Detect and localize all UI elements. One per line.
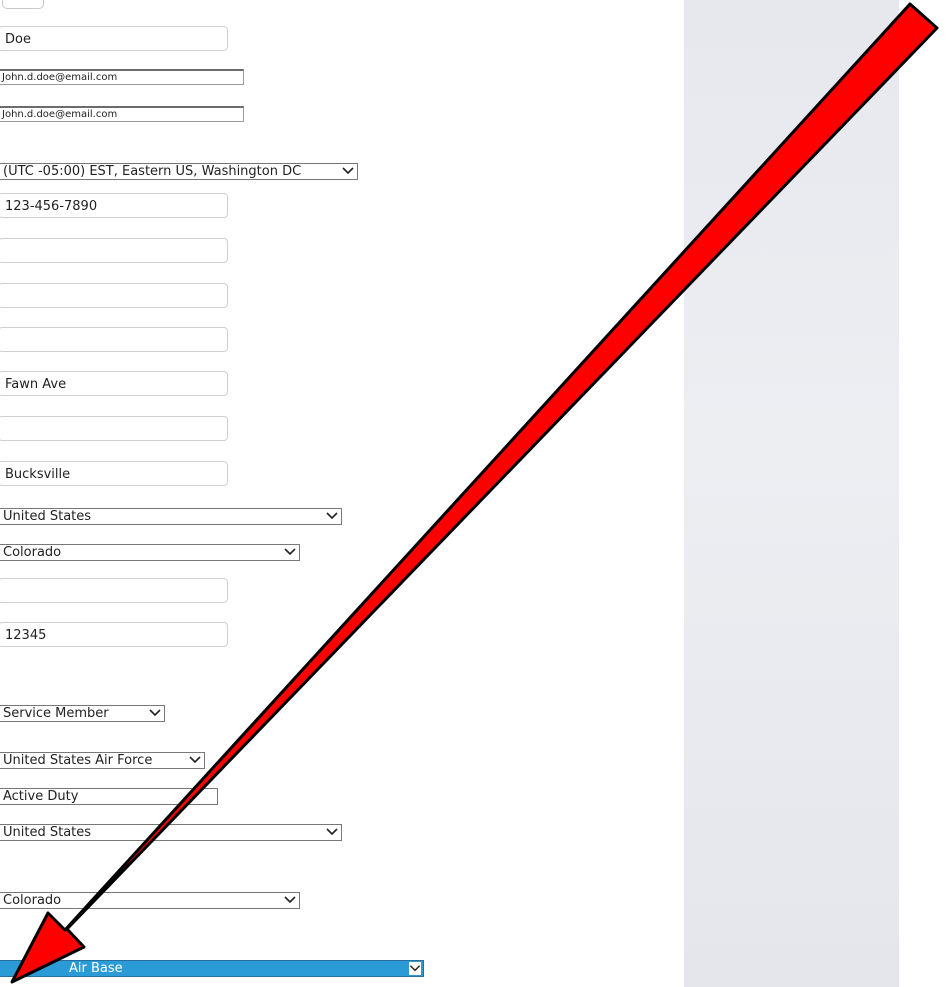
red-arrow-icon	[10, 2, 939, 984]
